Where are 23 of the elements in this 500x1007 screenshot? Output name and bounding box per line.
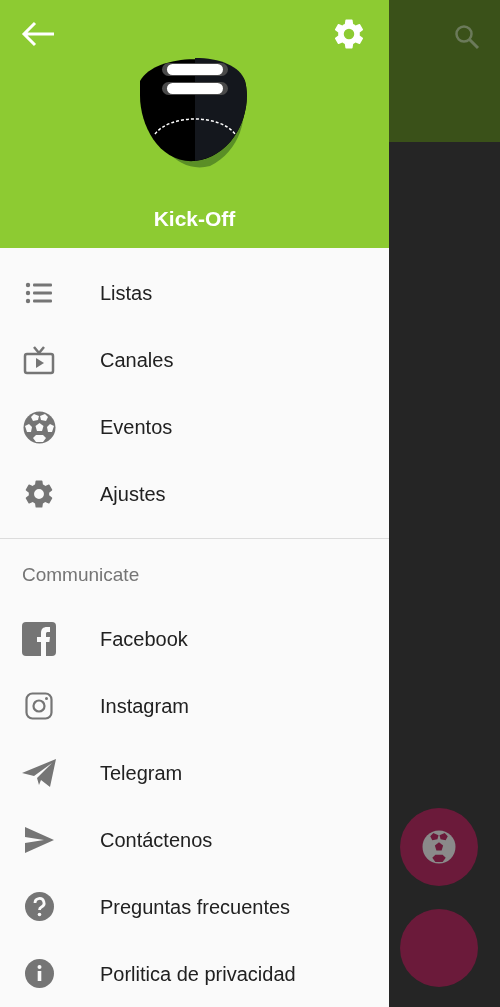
search-icon[interactable]: [454, 24, 480, 50]
list-icon: [25, 282, 53, 304]
camera-icon: [25, 691, 53, 720]
send-icon: [24, 826, 54, 853]
menu-item[interactable]: Instagram: [0, 672, 389, 739]
menu-item[interactable]: Listas: [0, 259, 389, 327]
section-title: Communicate: [21, 562, 141, 587]
menu-item[interactable]: Preguntas frecuentes: [0, 873, 389, 940]
facebook-icon: [22, 621, 56, 656]
info-icon: [24, 959, 54, 988]
menu-item[interactable]: Facebook: [0, 605, 389, 672]
menu-item[interactable]: Telegram: [0, 739, 389, 806]
tv-icon: [23, 345, 55, 375]
soccer-ball-icon: [422, 830, 456, 864]
soccer-ball-icon: [22, 410, 56, 444]
help-icon: [24, 892, 54, 921]
paper-plane-icon: [22, 757, 56, 788]
menu-item[interactable]: Eventos: [0, 393, 389, 461]
menu-item[interactable]: Ajustes: [0, 460, 389, 528]
menu-item[interactable]: Canales: [0, 326, 389, 394]
app-name: Kick-Off: [153, 206, 236, 232]
menu-item[interactable]: Porlitica de privacidad: [0, 940, 389, 1007]
menu-item[interactable]: Contáctenos: [0, 806, 389, 873]
